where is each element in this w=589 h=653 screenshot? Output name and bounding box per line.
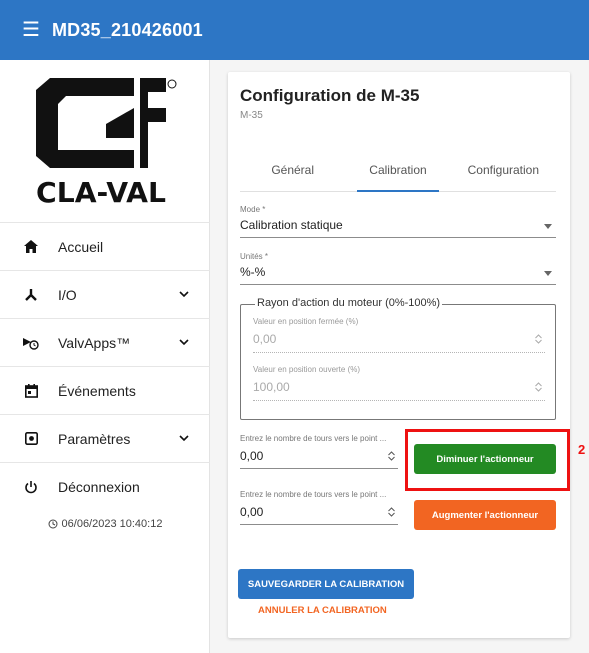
- clock-icon: [48, 519, 58, 529]
- motor-range-group: Rayon d'action du moteur (0%-100%) Valeu…: [240, 297, 556, 420]
- page-subtitle: M-35: [240, 110, 263, 121]
- closed-position-value: 0,00: [253, 332, 277, 346]
- open-position-value: 100,00: [253, 380, 290, 394]
- last-update-timestamp: 06/06/2023 10:40:12: [0, 518, 210, 530]
- sidebar-item-valvapps[interactable]: ValvApps™: [0, 318, 210, 366]
- cla-val-logo: CLA-VAL: [36, 78, 177, 206]
- sidebar-item-label: I/O: [58, 286, 77, 303]
- device-title: MD35_210426001: [51, 19, 203, 40]
- spinner-icon[interactable]: [387, 450, 396, 462]
- sidebar-item-parametres[interactable]: Paramètres: [0, 414, 210, 462]
- spinner-icon: [535, 334, 542, 344]
- io-icon: [22, 286, 40, 304]
- turns-decrease-label: Entrez le nombre de tours vers le point …: [240, 434, 387, 443]
- tab-configuration[interactable]: Configuration: [451, 154, 556, 191]
- sidebar: CLA-VAL Accueil I/O ValvApps™ Événements…: [0, 60, 210, 653]
- open-position-field: Valeur en position ouverte (%) 100,00: [253, 365, 545, 401]
- chevron-down-icon: [179, 435, 189, 442]
- chevron-down-icon: [179, 339, 189, 346]
- closed-position-label: Valeur en position fermée (%): [253, 317, 359, 326]
- spinner-icon[interactable]: [387, 506, 396, 518]
- turns-decrease-input[interactable]: Entrez le nombre de tours vers le point …: [240, 434, 398, 469]
- units-label: Unités *: [240, 252, 269, 261]
- sidebar-item-io[interactable]: I/O: [0, 270, 210, 318]
- home-icon: [22, 238, 40, 256]
- page-title: Configuration de M-35: [240, 86, 420, 105]
- power-icon: [22, 478, 40, 496]
- sidebar-item-label: Paramètres: [58, 430, 131, 447]
- mode-value: Calibration statique: [240, 218, 343, 232]
- sidebar-item-label: Événements: [58, 382, 136, 399]
- sidebar-nav: Accueil I/O ValvApps™ Événements Paramèt…: [0, 222, 210, 510]
- hamburger-menu-icon[interactable]: ☰: [22, 20, 40, 40]
- dropdown-arrow-icon: [544, 224, 552, 229]
- turns-increase-label: Entrez le nombre de tours vers le point …: [240, 490, 387, 499]
- units-select[interactable]: Unités * %-%: [240, 252, 556, 285]
- turns-increase-value: 0,00: [240, 505, 264, 519]
- timestamp-text: 06/06/2023 10:40:12: [61, 518, 163, 530]
- save-calibration-button[interactable]: SAUVEGARDER LA CALIBRATION: [238, 569, 414, 599]
- settings-icon: [22, 430, 40, 448]
- app-header: ☰ MD35_210426001: [0, 0, 589, 60]
- open-position-label: Valeur en position ouverte (%): [253, 365, 361, 374]
- sidebar-item-accueil[interactable]: Accueil: [0, 222, 210, 270]
- highlight-box: [405, 429, 570, 491]
- mode-select[interactable]: Mode * Calibration statique: [240, 205, 556, 238]
- annotation-marker: 2: [578, 442, 586, 457]
- tab-calibration[interactable]: Calibration: [345, 154, 450, 192]
- closed-position-field: Valeur en position fermée (%) 0,00: [253, 317, 545, 353]
- tab-bar: Général Calibration Configuration: [240, 154, 556, 192]
- sidebar-item-deconnexion[interactable]: Déconnexion: [0, 462, 210, 510]
- cancel-calibration-link[interactable]: ANNULER LA CALIBRATION: [258, 605, 387, 616]
- sidebar-item-evenements[interactable]: Événements: [0, 366, 210, 414]
- chevron-down-icon: [179, 291, 189, 298]
- calendar-icon: [22, 382, 40, 400]
- turns-increase-input[interactable]: Entrez le nombre de tours vers le point …: [240, 490, 398, 525]
- motor-range-legend: Rayon d'action du moteur (0%-100%): [255, 297, 443, 309]
- sidebar-item-label: Déconnexion: [58, 478, 140, 495]
- valvapps-icon: [22, 334, 40, 352]
- dropdown-arrow-icon: [544, 271, 552, 276]
- sidebar-item-label: Accueil: [58, 238, 104, 255]
- increase-actuator-button[interactable]: Augmenter l'actionneur: [414, 500, 556, 530]
- logo-wordmark: CLA-VAL: [36, 176, 166, 206]
- configuration-card: Configuration de M-35 M-35 Général Calib…: [228, 72, 570, 638]
- sidebar-item-label: ValvApps™: [58, 334, 131, 351]
- tab-general[interactable]: Général: [240, 154, 345, 191]
- units-value: %-%: [240, 265, 266, 279]
- turns-decrease-value: 0,00: [240, 449, 264, 463]
- spinner-icon: [535, 382, 542, 392]
- mode-label: Mode *: [240, 205, 266, 214]
